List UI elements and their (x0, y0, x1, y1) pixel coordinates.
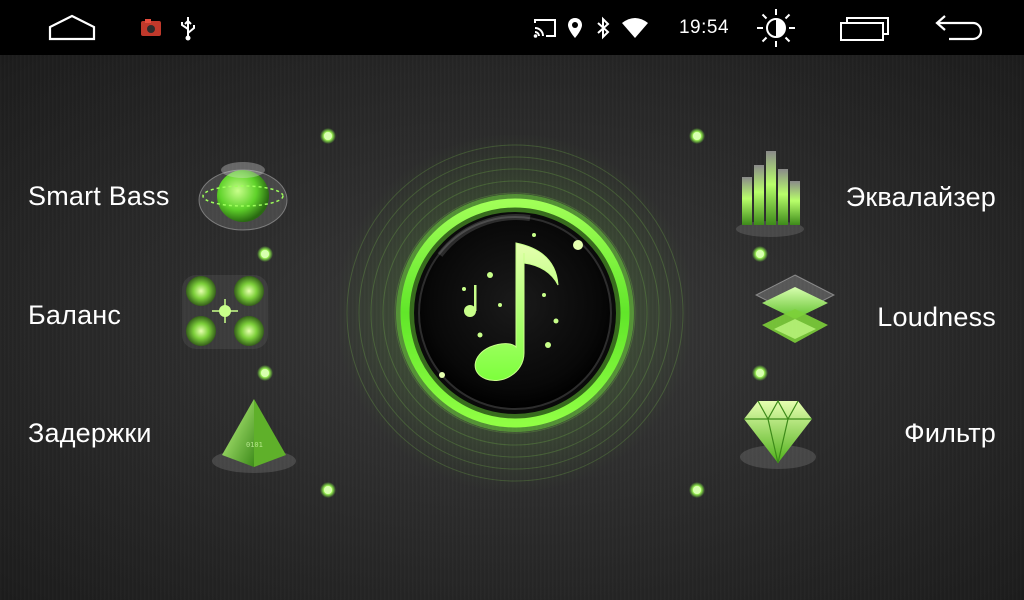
sphere-icon (198, 162, 288, 231)
svg-text:0101: 0101 (246, 441, 263, 449)
menu-item-label: Задержки (28, 418, 152, 448)
music-center-button[interactable] (330, 133, 700, 505)
brightness-icon[interactable] (752, 0, 800, 55)
notification-app-icon (136, 0, 166, 55)
equalizer-bars-icon (736, 151, 804, 237)
gem-icon (740, 399, 816, 469)
menu-item-label: Loudness (877, 302, 996, 332)
menu-item-equalizer[interactable]: Эквалайзер (724, 147, 1024, 242)
speakers-icon (182, 275, 268, 349)
clock: 19:54 (678, 16, 730, 38)
layers-icon (754, 274, 836, 343)
home-icon[interactable] (40, 0, 104, 55)
usb-icon (176, 0, 200, 55)
menu-item-delays[interactable]: Задержки 0101 (0, 385, 300, 480)
menu-item-label: Smart Bass (28, 181, 170, 211)
pyramid-icon: 0101 (212, 399, 296, 473)
menu-item-label: Фильтр (904, 418, 996, 448)
status-bar: 19:54 (0, 0, 1024, 55)
menu-item-smart-bass[interactable]: Smart Bass (0, 150, 300, 240)
back-icon[interactable] (926, 0, 986, 55)
music-note-icon (335, 133, 695, 493)
cast-icon (530, 0, 560, 55)
menu-item-balance[interactable]: Баланс (0, 267, 300, 357)
location-icon (564, 0, 586, 55)
menu-item-filter[interactable]: Фильтр (724, 385, 1024, 480)
bluetooth-icon (592, 0, 614, 55)
audio-settings-screen: Smart Bass Баланс Задержки 0101 Эквалайз… (0, 55, 1024, 600)
menu-item-loudness[interactable]: Loudness (724, 267, 1024, 357)
menu-item-label: Эквалайзер (845, 182, 996, 212)
wifi-icon (620, 0, 650, 55)
recent-apps-icon[interactable] (834, 0, 894, 55)
menu-item-label: Баланс (28, 300, 122, 330)
